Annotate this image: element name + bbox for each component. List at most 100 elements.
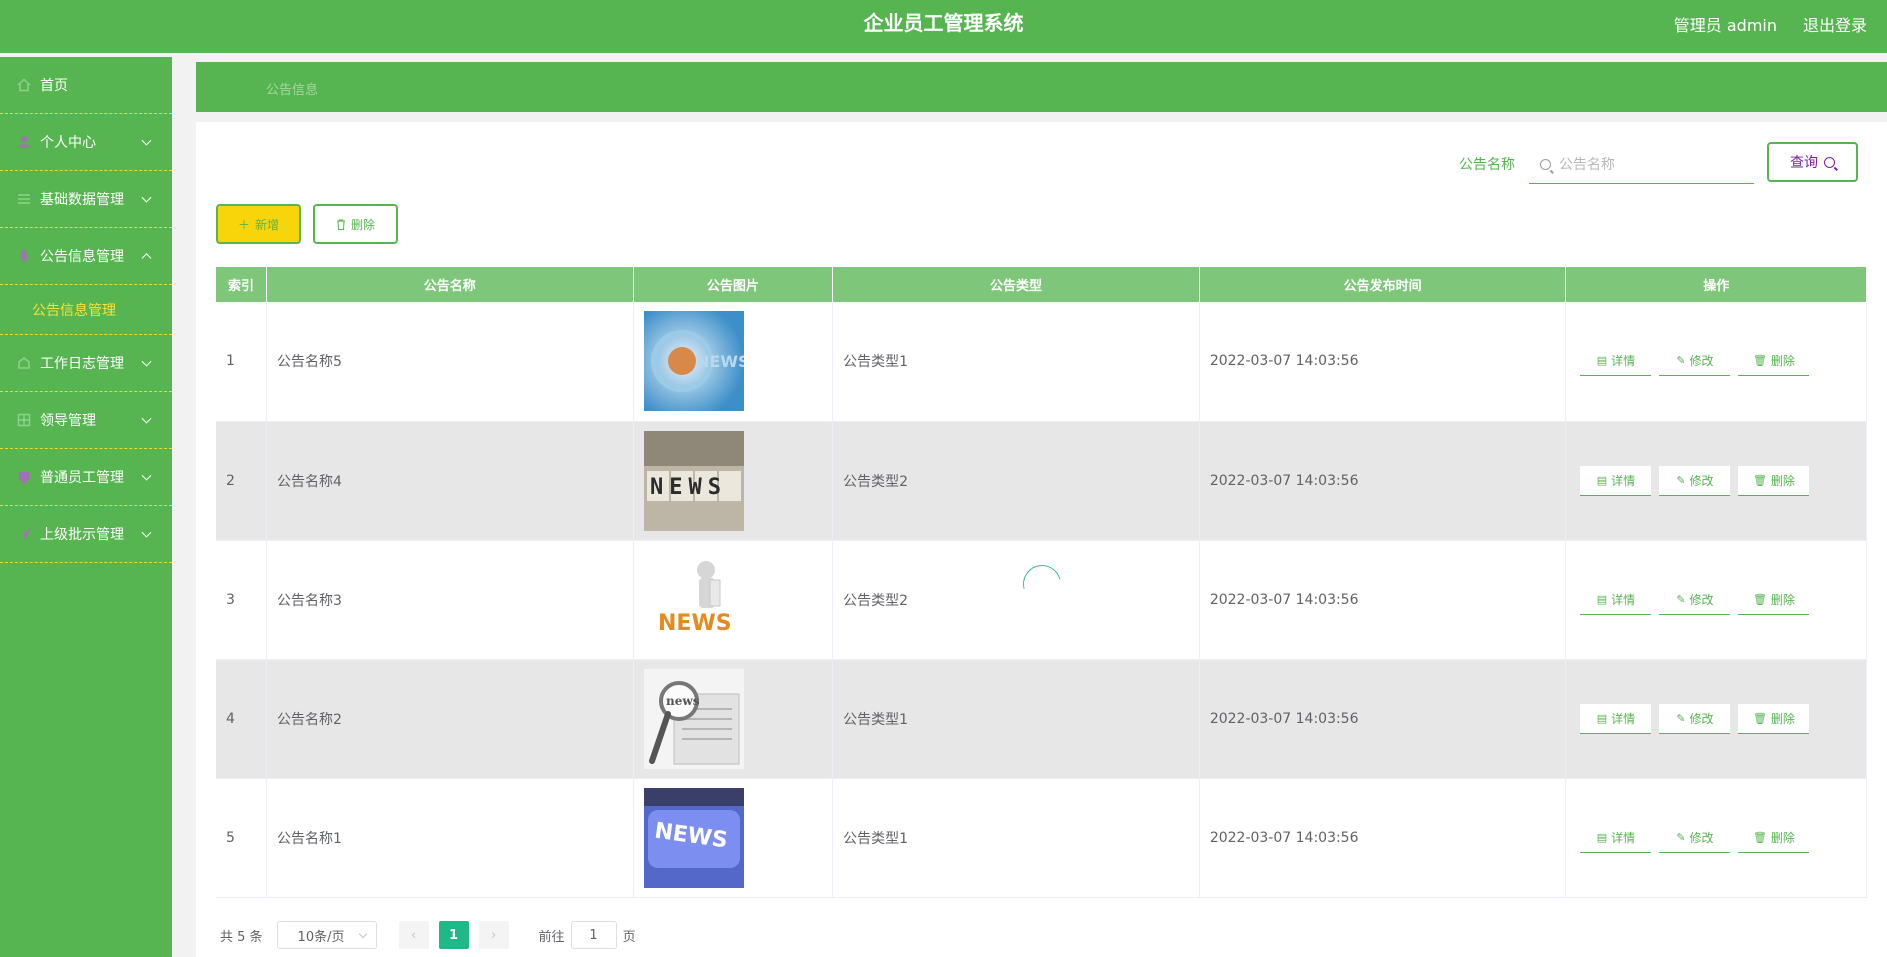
page-size-select[interactable]: 10条/页 [276,921,377,949]
logout-button[interactable]: 退出登录 [1803,12,1867,36]
sidebar: 首页 个人中心 基础数据管理 公告信息管理 公告信息管理 工作日志管理 领导管理… [0,57,172,957]
notice-image[interactable]: NEWS [643,430,744,531]
sidebar-item-profile[interactable]: 个人中心 [0,114,172,171]
document-icon: ▤ [1596,592,1608,606]
cell-type: 公告类型1 [832,302,1200,422]
breadcrumb-bar: 公告信息 [196,62,1887,112]
sidebar-item-label: 首页 [40,78,68,94]
sidebar-item-worklog[interactable]: 工作日志管理 [0,335,172,392]
edit-button[interactable]: ✎ 修改 [1659,703,1731,734]
sidebar-item-staff[interactable]: 普通员工管理 [0,449,172,506]
document-icon: ▤ [1596,830,1608,844]
table-row: 5 公告名称1 NEWS 公告类型1 2022-03-07 14:03:56 ▤… [216,778,1867,898]
chevron-down-icon [358,929,367,939]
delete-button[interactable]: 🗑 删除 [1738,346,1810,377]
sidebar-item-label: 领导管理 [40,413,96,429]
sidebar-item-approval[interactable]: 上级批示管理 [0,506,172,563]
trash-icon: 🗑 [1752,354,1767,368]
staff-icon [19,472,29,483]
batch-delete-label: 删除 [350,217,375,232]
detail-button[interactable]: ▤ 详情 [1580,346,1652,377]
query-button[interactable]: 查询 [1767,142,1858,182]
cell-image: NEWS [633,421,834,541]
next-page-button[interactable]: › [478,921,509,949]
sidebar-item-label: 普通员工管理 [40,470,124,486]
cell-actions: ▤ 详情 ✎ 修改 🗑 删除 [1565,540,1867,660]
cell-name: 公告名称5 [266,302,634,422]
chevron-down-icon [141,527,152,538]
prev-page-button[interactable]: ‹ [398,921,429,949]
chevron-down-icon [141,192,152,203]
cell-actions: ▤ 详情 ✎ 修改 🗑 删除 [1565,421,1867,541]
detail-button[interactable]: ▤ 详情 [1580,703,1652,734]
sidebar-item-label: 工作日志管理 [40,356,124,372]
trash-icon [336,219,345,230]
chevron-down-icon [141,356,152,367]
pencil-icon: ✎ [1676,592,1686,606]
sidebar-item-leader[interactable]: 领导管理 [0,392,172,449]
cell-image: news [633,659,834,779]
query-button-label: 查询 [1790,155,1818,171]
col-name: 公告名称 [266,267,634,302]
edit-button[interactable]: ✎ 修改 [1659,465,1731,496]
cell-index: 4 [216,659,267,779]
sidebar-item-label: 公告信息管理 [40,249,124,265]
cell-time: 2022-03-07 14:03:56 [1199,421,1567,541]
chevron-down-icon [141,470,152,481]
search-icon [1824,156,1835,168]
add-button-label: 新增 [255,217,280,232]
notice-image[interactable]: NEWS [643,311,744,412]
delete-button[interactable]: 🗑 删除 [1738,822,1810,853]
cell-index: 2 [216,421,267,541]
document-icon: ▤ [1596,354,1608,368]
detail-button[interactable]: ▤ 详情 [1580,584,1652,615]
edit-button[interactable]: ✎ 修改 [1659,584,1731,615]
pencil-icon: ✎ [1676,830,1686,844]
delete-button[interactable]: 🗑 删除 [1738,465,1810,496]
cell-time: 2022-03-07 14:03:56 [1199,659,1567,779]
cell-name: 公告名称3 [266,540,634,660]
pencil-icon: ✎ [1676,711,1686,725]
sidebar-subitem-notice-manage[interactable]: 公告信息管理 [0,285,172,335]
add-button[interactable]: ＋ 新增 [216,204,301,244]
edit-button[interactable]: ✎ 修改 [1659,822,1731,853]
svg-text:NEWS: NEWS [658,611,732,636]
cell-time: 2022-03-07 14:03:56 [1199,778,1567,898]
cell-index: 1 [216,302,267,422]
search-icon [1540,159,1551,170]
page-number-current[interactable]: 1 [438,921,469,949]
pagination-total: 共 5 条 [220,929,263,945]
col-time: 公告发布时间 [1199,267,1567,302]
cell-actions: ▤ 详情 ✎ 修改 🗑 删除 [1565,778,1867,898]
delete-button[interactable]: 🗑 删除 [1738,584,1810,615]
sidebar-item-base-data[interactable]: 基础数据管理 [0,171,172,228]
search-label: 公告名称 [1459,157,1515,173]
pencil-icon: ✎ [1676,354,1686,368]
detail-button[interactable]: ▤ 详情 [1580,822,1652,853]
notice-icon [21,250,27,262]
leader-icon [17,413,31,427]
cell-type: 公告类型2 [832,540,1200,660]
notice-image[interactable]: NEWS [643,787,744,888]
detail-button[interactable]: ▤ 详情 [1580,465,1652,496]
batch-delete-button[interactable]: 删除 [313,204,398,244]
sidebar-item-label: 基础数据管理 [40,192,124,208]
cell-type: 公告类型1 [832,778,1200,898]
search-input[interactable] [1559,154,1744,176]
goto-page-input[interactable] [570,921,617,949]
chevron-down-icon [141,135,152,146]
sidebar-item-home[interactable]: 首页 [0,57,172,114]
edit-button[interactable]: ✎ 修改 [1659,346,1731,377]
notice-image[interactable]: news [643,668,744,769]
approval-icon [18,528,30,540]
document-icon: ▤ [1596,711,1608,725]
goto-label: 前往 [538,929,565,945]
data-icon [18,194,30,204]
svg-text:NEWS: NEWS [696,352,744,371]
notice-image[interactable]: NEWS [643,549,744,650]
cell-time: 2022-03-07 14:03:56 [1199,540,1567,660]
user-icon [18,136,30,148]
sidebar-item-notice[interactable]: 公告信息管理 [0,228,172,285]
delete-button[interactable]: 🗑 删除 [1738,703,1810,734]
table-row: 2 公告名称4 NEWS 公告类型2 2022-03-07 14:03:56 ▤… [216,421,1867,541]
